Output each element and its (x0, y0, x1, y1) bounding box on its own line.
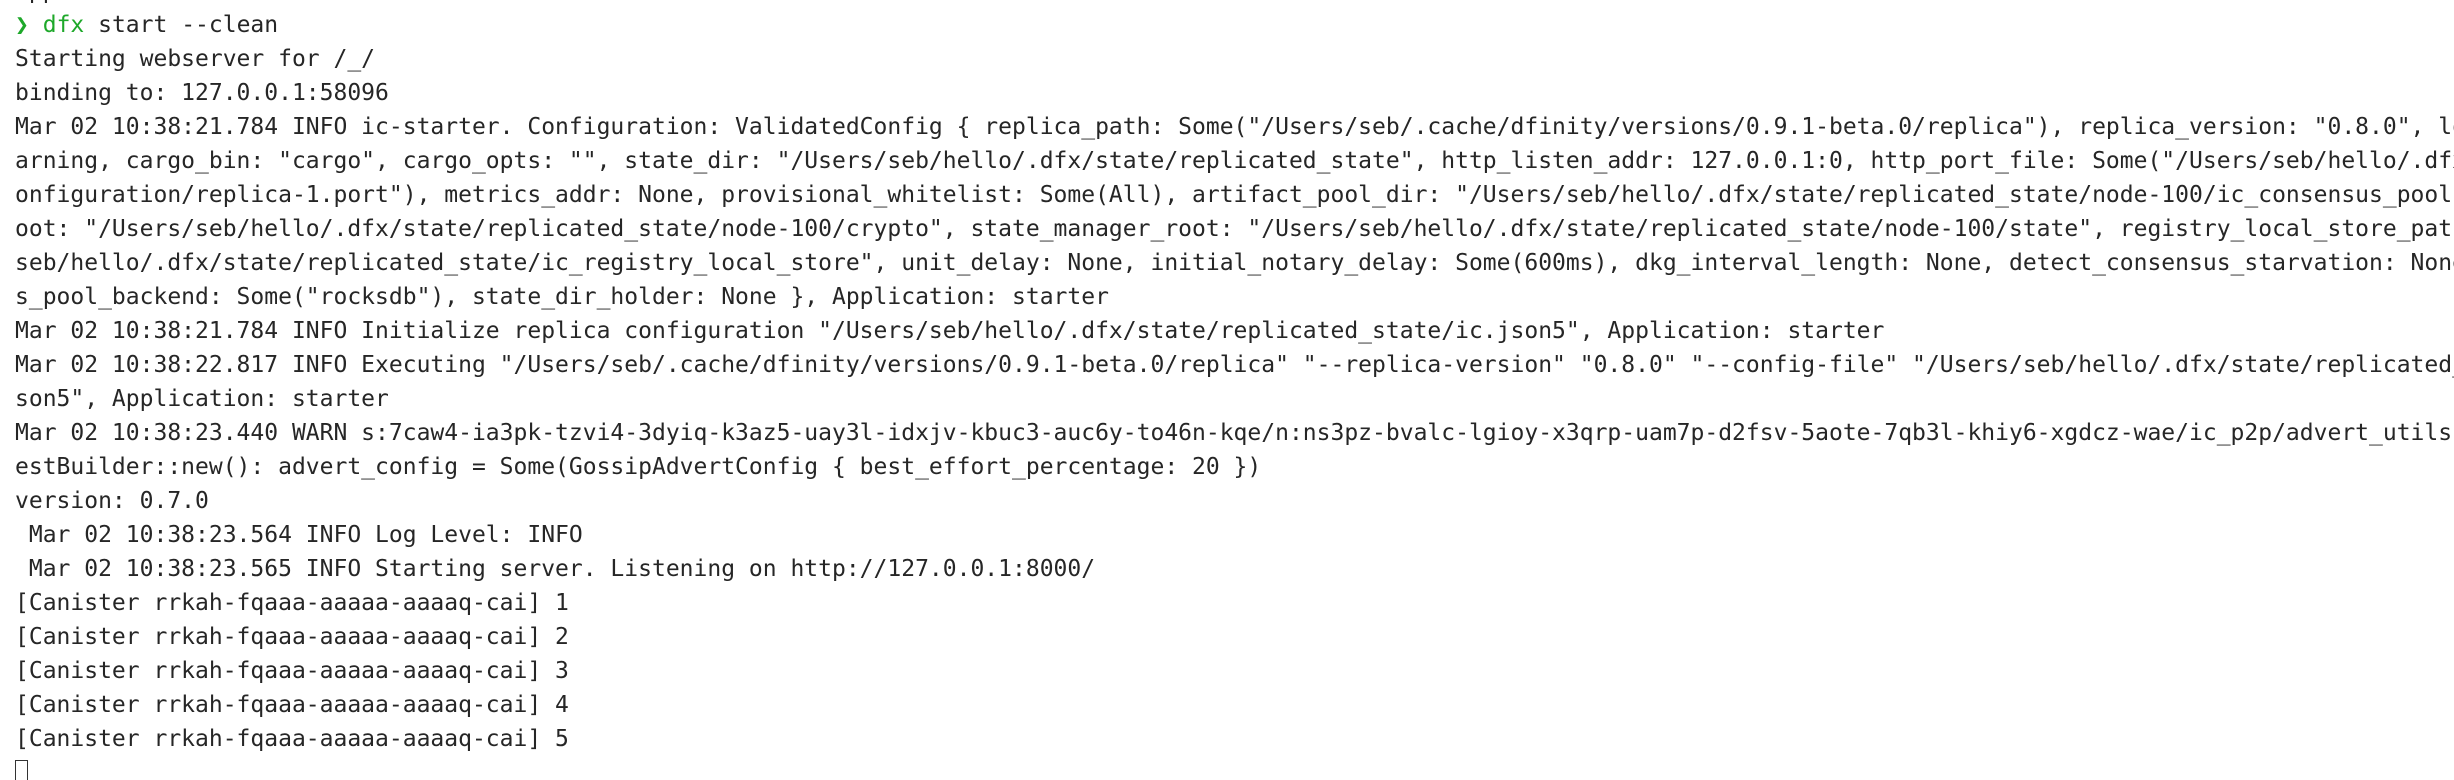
partial-line-text: app (15, 0, 57, 8)
output-line: [Canister rrkah-fqaaa-aaaaa-aaaaq-cai] 1 (15, 590, 569, 616)
output-line: Mar 02 10:38:23.564 INFO Log Level: INFO (15, 522, 583, 548)
output-line: [Canister rrkah-fqaaa-aaaaa-aaaaq-cai] 3 (15, 658, 569, 684)
output-line: [Canister rrkah-fqaaa-aaaaa-aaaaq-cai] 5 (15, 726, 569, 752)
output-line: Mar 02 10:38:21.784 INFO Initialize repl… (15, 318, 1885, 344)
output-line: arning, cargo_bin: "cargo", cargo_opts: … (15, 148, 2454, 174)
output-line: seb/hello/.dfx/state/replicated_state/ic… (15, 250, 2454, 276)
terminal-window[interactable]: app ❯ dfx start --clean Starting webserv… (0, 0, 2454, 780)
output-line: Mar 02 10:38:22.817 INFO Executing "/Use… (15, 352, 2454, 378)
output-line: [Canister rrkah-fqaaa-aaaaa-aaaaq-cai] 4 (15, 692, 569, 718)
cursor-line[interactable] (15, 756, 2454, 780)
output-line: estBuilder::new(): advert_config = Some(… (15, 454, 1262, 480)
output-line: oot: "/Users/seb/hello/.dfx/state/replic… (15, 216, 2454, 242)
output-line: son5", Application: starter (15, 386, 389, 412)
text-cursor (15, 760, 28, 780)
output-line: Mar 02 10:38:21.784 INFO ic-starter. Con… (15, 114, 2454, 140)
output-line: [Canister rrkah-fqaaa-aaaaa-aaaaq-cai] 2 (15, 624, 569, 650)
output-line: Mar 02 10:38:23.440 WARN s:7caw4-ia3pk-t… (15, 420, 2454, 446)
output-line: Starting webserver for /_/ (15, 46, 376, 72)
prompt-arrow-icon: ❯ (15, 12, 29, 38)
output-line: Mar 02 10:38:23.565 INFO Starting server… (15, 556, 1096, 582)
output-line: s_pool_backend: Some("rocksdb"), state_d… (15, 284, 1109, 310)
output-line: version: 0.7.0 (15, 488, 209, 514)
scrolled-off-line: app (15, 0, 2454, 8)
command-args: start --clean (84, 12, 279, 38)
terminal-output: Starting webserver for /_/binding to: 12… (15, 42, 2454, 756)
prompt-line: ❯ dfx start --clean (15, 8, 2454, 42)
command-name: dfx (42, 12, 85, 38)
output-line: binding to: 127.0.0.1:58096 (15, 80, 389, 106)
output-line: onfiguration/replica-1.port"), metrics_a… (15, 182, 2454, 208)
